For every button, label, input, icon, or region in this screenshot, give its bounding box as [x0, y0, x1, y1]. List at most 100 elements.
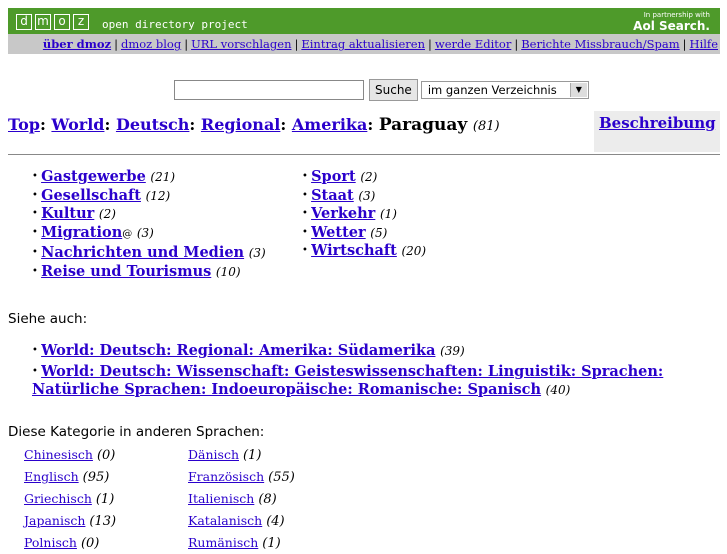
category-count: (1): [379, 207, 397, 221]
category-link[interactable]: Wirtschaft: [311, 242, 397, 259]
breadcrumb-deutsch[interactable]: Deutsch: [116, 115, 189, 134]
nav-separator: |: [682, 37, 687, 51]
nav-link[interactable]: URL vorschlagen: [191, 37, 291, 51]
nav-link[interactable]: Eintrag aktualisieren: [301, 37, 425, 51]
language-link[interactable]: Chinesisch: [24, 447, 93, 462]
category-item: Sport (2): [302, 168, 426, 187]
nav-link[interactable]: über dmoz: [43, 37, 111, 51]
chevron-down-icon: ▼: [569, 83, 587, 97]
language-item: Englisch (95): [24, 466, 116, 488]
nav-separator: |: [184, 37, 189, 51]
logo-letter: z: [73, 14, 89, 30]
language-item: Chinesisch (0): [24, 444, 116, 466]
category-count: (3): [136, 225, 154, 240]
at-symbol-icon: @: [122, 228, 133, 240]
page-count: (81): [472, 119, 500, 134]
nav-link[interactable]: dmoz blog: [121, 37, 181, 51]
search-input[interactable]: [174, 80, 364, 100]
nav-link[interactable]: Berichte Missbrauch/Spam: [521, 37, 679, 51]
category-list-left: Gastgewerbe (21)Gesellschaft (12)Kultur …: [32, 168, 266, 281]
nav-link[interactable]: Hilfe: [690, 37, 718, 51]
category-link[interactable]: Migration: [41, 224, 122, 241]
category-count: (3): [248, 246, 266, 260]
category-link[interactable]: Kultur: [41, 205, 94, 222]
description-box: Beschreibung: [594, 111, 720, 152]
language-link[interactable]: Katalanisch: [188, 513, 262, 528]
category-item: Migration@ (3): [32, 224, 266, 245]
partner-line: In partnership with: [643, 11, 710, 19]
breadcrumb-top[interactable]: Top: [8, 115, 40, 134]
language-item: Dänisch (1): [188, 444, 295, 466]
dmoz-logo[interactable]: d m o z: [16, 14, 92, 30]
category-count: (5): [370, 225, 388, 240]
language-count: (1): [242, 448, 262, 463]
language-link[interactable]: Englisch: [24, 469, 79, 484]
category-count: (39): [440, 344, 465, 358]
category-item: Verkehr (1): [302, 205, 426, 224]
category-count: (2): [98, 207, 116, 221]
category-count: (21): [150, 170, 176, 184]
language-count: (8): [258, 492, 277, 507]
logo-letter: o: [54, 14, 70, 30]
category-list-right: Sport (2)Staat (3)Verkehr (1)Wetter (5)W…: [302, 168, 426, 261]
language-link[interactable]: Rumänisch: [188, 535, 258, 550]
category-item: Wetter (5): [302, 224, 426, 243]
breadcrumb-regional[interactable]: Regional: [201, 115, 281, 134]
description-link[interactable]: Beschreibung: [599, 114, 716, 132]
partner-brand: Aol Search.: [633, 19, 710, 33]
language-count: (1): [95, 492, 115, 507]
search-scope-select[interactable]: im ganzen Verzeichnis ▼: [420, 81, 589, 99]
category-link[interactable]: Sport: [311, 168, 356, 185]
language-link[interactable]: Italienisch: [188, 491, 254, 506]
category-link[interactable]: Wetter: [311, 224, 366, 241]
search-button[interactable]: Suche: [369, 79, 418, 101]
category-item: World: Deutsch: Wissenschaft: Geisteswis…: [32, 363, 712, 400]
languages-label: Diese Kategorie in anderen Sprachen:: [8, 424, 265, 440]
language-item: Rumänisch (1): [188, 532, 295, 554]
category-item: Kultur (2): [32, 205, 266, 224]
site-header: d m o z open directory project In partne…: [8, 8, 720, 34]
category-link[interactable]: Staat: [311, 187, 354, 204]
language-item: Japanisch (13): [24, 510, 116, 532]
category-link[interactable]: Gesellschaft: [41, 187, 141, 204]
language-item: Italienisch (8): [188, 488, 295, 510]
language-count: (0): [80, 536, 100, 551]
nav-link[interactable]: werde Editor: [435, 37, 511, 51]
language-count: (4): [266, 514, 285, 529]
category-link[interactable]: Verkehr: [311, 205, 375, 222]
see-also-list: World: Deutsch: Regional: Amerika: Südam…: [32, 342, 712, 402]
language-count: (13): [89, 514, 117, 529]
language-link[interactable]: Japanisch: [24, 513, 85, 528]
breadcrumb: Top: World: Deutsch: Regional: Amerika: …: [8, 115, 500, 135]
language-link[interactable]: Dänisch: [188, 447, 239, 462]
category-link[interactable]: Nachrichten und Medien: [41, 244, 244, 261]
category-item: Nachrichten und Medien (3): [32, 244, 266, 263]
category-item: Gastgewerbe (21): [32, 168, 266, 187]
category-link[interactable]: Reise und Tourismus: [41, 263, 211, 280]
category-count: (2): [360, 170, 378, 184]
language-count: (95): [82, 470, 110, 485]
category-item: Staat (3): [302, 187, 426, 206]
search-bar: Suche im ganzen Verzeichnis ▼: [174, 79, 589, 101]
language-item: Katalanisch (4): [188, 510, 295, 532]
aol-partner-logo[interactable]: In partnership with Aol Search.: [633, 11, 710, 33]
language-count: (1): [262, 536, 281, 551]
category-link[interactable]: World: Deutsch: Regional: Amerika: Südam…: [41, 342, 435, 359]
logo-letter: m: [35, 14, 51, 30]
language-item: Polnisch (0): [24, 532, 116, 554]
language-item: Griechisch (1): [24, 488, 116, 510]
breadcrumb-amerika[interactable]: Amerika: [292, 115, 367, 134]
nav-separator: |: [294, 37, 299, 51]
category-link[interactable]: Gastgewerbe: [41, 168, 146, 185]
nav-bar: über dmoz | dmoz blog | URL vorschlagen | Eint…: [8, 34, 720, 54]
breadcrumb-world[interactable]: World: [51, 115, 104, 134]
category-count: (12): [145, 188, 171, 203]
language-link[interactable]: Französisch: [188, 469, 264, 484]
language-item: Französisch (55): [188, 466, 295, 488]
category-item: Reise und Tourismus (10): [32, 263, 266, 282]
category-count: (40): [545, 383, 571, 397]
divider: [8, 154, 720, 155]
nav-separator: |: [514, 37, 519, 51]
language-link[interactable]: Griechisch: [24, 491, 92, 506]
language-link[interactable]: Polnisch: [24, 535, 77, 550]
